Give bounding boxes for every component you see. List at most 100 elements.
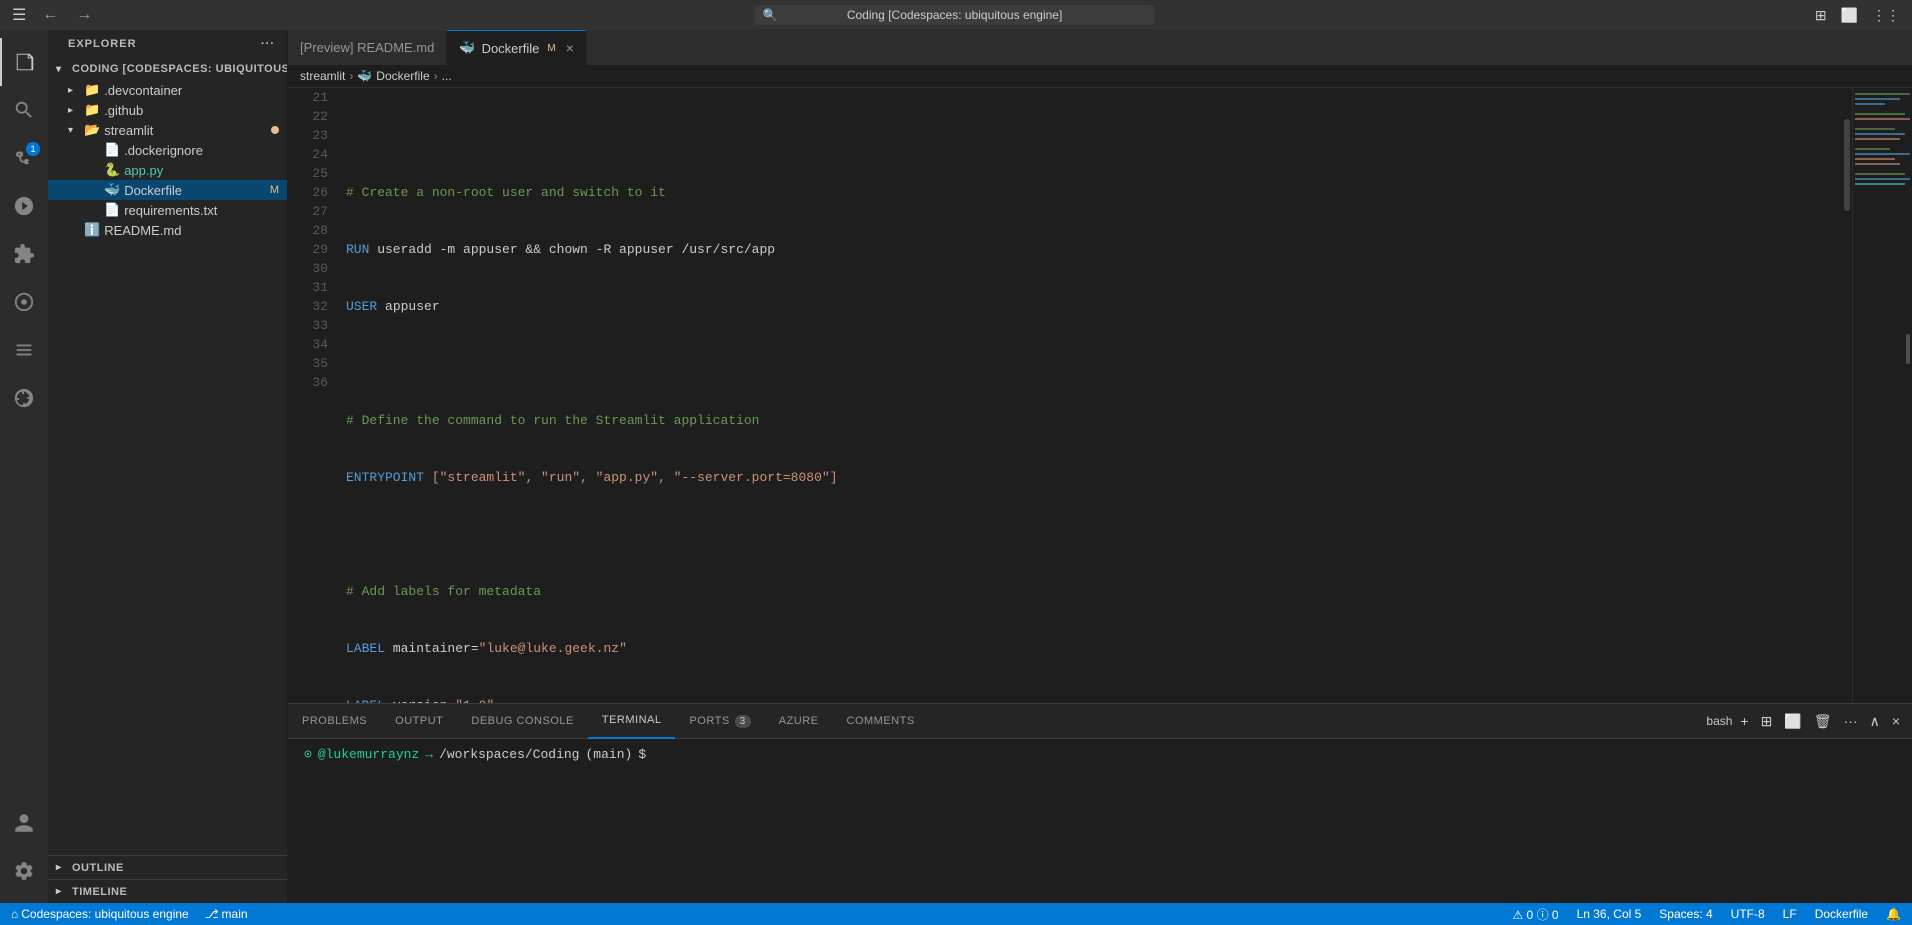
comment-token: # Add labels for metadata xyxy=(346,582,541,601)
activity-source-control[interactable]: 1 xyxy=(0,134,48,182)
editor-area: [Preview] README.md 🐳 Dockerfile M × str… xyxy=(288,30,1912,903)
chevron-right-icon: ▸ xyxy=(56,886,72,897)
activity-codespaces[interactable] xyxy=(0,326,48,374)
editor-content[interactable]: 21 22 23 24 25 26 27 28 29 30 31 32 33 3… xyxy=(288,88,1842,703)
status-remote[interactable]: ⌂ Codespaces: ubiquitous engine xyxy=(8,907,192,921)
nav-forward-button[interactable]: → xyxy=(70,4,98,26)
terminal-split-button[interactable]: ⊞ xyxy=(1757,711,1777,732)
tree-item-requirements[interactable]: 📄 requirements.txt xyxy=(48,200,287,220)
status-ln-col[interactable]: Ln 36, Col 5 xyxy=(1574,907,1645,921)
tab-dockerfile[interactable]: 🐳 Dockerfile M × xyxy=(447,30,587,65)
tree-item-dockerfile[interactable]: 🐳 Dockerfile M xyxy=(48,180,287,200)
chevron-down-icon: ▾ xyxy=(56,64,72,75)
code-line-21 xyxy=(346,126,1842,145)
sidebar: EXPLORER ··· ▾ CODING [CODESPACES: UBIQU… xyxy=(48,30,288,903)
panel-tab-problems[interactable]: PROBLEMS xyxy=(288,704,381,739)
language-label: Dockerfile xyxy=(1815,907,1868,921)
tree-item-dockerignore[interactable]: 📄 .dockerignore xyxy=(48,140,287,160)
tree-item-label: .github xyxy=(104,103,143,118)
status-bar: ⌂ Codespaces: ubiquitous engine ⎇ main ⚠… xyxy=(0,903,1912,925)
activity-settings[interactable] xyxy=(0,847,48,895)
chevron-right-icon: ▸ xyxy=(68,85,84,96)
status-bell[interactable]: 🔔 xyxy=(1883,907,1904,921)
tab-preview-readme[interactable]: [Preview] README.md xyxy=(288,30,447,65)
tree-item-readme[interactable]: ℹ️ README.md xyxy=(48,220,287,240)
status-eol[interactable]: LF xyxy=(1780,907,1800,921)
sidebar-header-icons[interactable]: ··· xyxy=(261,38,275,50)
status-branch[interactable]: ⎇ main xyxy=(202,907,251,921)
breadcrumb-more[interactable]: ... xyxy=(442,69,452,83)
terminal-trash-button[interactable]: 🗑 xyxy=(1810,711,1836,732)
tree-item-github[interactable]: ▸ 📁 .github xyxy=(48,100,287,120)
keyword-token: LABEL xyxy=(346,696,385,703)
code-lines[interactable]: # Create a non-root user and switch to i… xyxy=(338,88,1842,703)
comment-token: # Define the command to run the Streamli… xyxy=(346,411,759,430)
top-bar-right: ⊞ ⬜ ⋮⋮ xyxy=(1811,5,1904,26)
search-input[interactable] xyxy=(755,5,1155,25)
sidebar-more-icon[interactable]: ··· xyxy=(261,38,275,50)
terminal-add-button[interactable]: + xyxy=(1736,711,1752,731)
sidebar-header: EXPLORER ··· xyxy=(48,30,287,58)
panel-tab-label: TERMINAL xyxy=(602,714,662,726)
tree-item-apppy[interactable]: 🐍 app.py xyxy=(48,160,287,180)
terminal-close-button[interactable]: × xyxy=(1888,711,1904,731)
activity-search[interactable] xyxy=(0,86,48,134)
customize-layout-button[interactable]: ⊞ xyxy=(1811,5,1831,26)
toggle-panel-button[interactable]: ⬜ xyxy=(1837,5,1862,26)
editor-scrollbar[interactable] xyxy=(1842,88,1852,703)
tree-item-label: Dockerfile xyxy=(124,183,182,198)
status-language[interactable]: Dockerfile xyxy=(1812,907,1871,921)
terminal-maximize-button[interactable]: ∧ xyxy=(1866,711,1884,732)
tree-item-devcontainer[interactable]: ▸ 📁 .devcontainer xyxy=(48,80,287,100)
panel-tab-label: COMMENTS xyxy=(847,715,915,727)
activity-run-debug[interactable] xyxy=(0,182,48,230)
activity-extensions[interactable] xyxy=(0,230,48,278)
top-bar-left: ☰ ← → xyxy=(8,1,98,29)
string-token: "luke@luke.geek.nz" xyxy=(479,639,627,658)
keyword-token: RUN xyxy=(346,240,369,259)
activity-copilot[interactable] xyxy=(0,374,48,422)
panel-tab-ports[interactable]: PORTS 3 xyxy=(675,704,764,739)
breadcrumb-dockerfile[interactable]: Dockerfile xyxy=(376,69,429,83)
top-bar-center: 🔍 xyxy=(755,5,1155,25)
activity-remote[interactable] xyxy=(0,278,48,326)
nav-back-button[interactable]: ← xyxy=(36,4,64,26)
panel-tab-output[interactable]: OUTPUT xyxy=(381,704,457,739)
terminal-more-button[interactable]: ··· xyxy=(1840,711,1862,731)
tree-item-label: streamlit xyxy=(104,123,153,138)
activity-accounts[interactable] xyxy=(0,799,48,847)
tab-close-button[interactable]: × xyxy=(566,40,574,56)
menu-icon[interactable]: ☰ xyxy=(8,1,30,29)
status-encoding[interactable]: UTF-8 xyxy=(1728,907,1768,921)
tree-item-label: .devcontainer xyxy=(104,83,182,98)
tree-root: ▾ CODING [CODESPACES: UBIQUITOUS ENGINE] xyxy=(48,58,287,80)
line-num-35: 35 xyxy=(288,354,328,373)
panel-tab-terminal[interactable]: TERMINAL xyxy=(588,704,676,739)
panel-tab-debug-console[interactable]: DEBUG CONSOLE xyxy=(457,704,587,739)
chevron-right-icon: ▸ xyxy=(56,862,72,873)
more-actions-button[interactable]: ⋮⋮ xyxy=(1868,5,1904,26)
status-errors[interactable]: ⚠ 0 ⓘ 0 xyxy=(1509,906,1561,923)
errors-label: ⚠ 0 ⓘ 0 xyxy=(1512,906,1558,923)
comment-token: # Create a non-root user and switch to i… xyxy=(346,183,666,202)
panel-content[interactable]: ⊙ @lukemurraynz → /workspaces/Coding (ma… xyxy=(288,739,1912,903)
status-spaces[interactable]: Spaces: 4 xyxy=(1656,907,1715,921)
line-num-27: 27 xyxy=(288,202,328,221)
spaces-label: Spaces: 4 xyxy=(1659,907,1712,921)
activity-explorer[interactable] xyxy=(0,38,48,86)
breadcrumb-streamlit[interactable]: streamlit xyxy=(300,69,345,83)
terminal-dollar: $ xyxy=(638,747,646,762)
breadcrumb: streamlit › 🐳 Dockerfile › ... xyxy=(288,65,1912,88)
panel-tab-azure[interactable]: AZURE xyxy=(765,704,833,739)
panel-tab-label: DEBUG CONSOLE xyxy=(471,715,573,727)
timeline-section[interactable]: ▸ TIMELINE xyxy=(48,879,287,903)
terminal-split-v-button[interactable]: ⬜ xyxy=(1780,711,1805,732)
panel-tab-comments[interactable]: COMMENTS xyxy=(833,704,929,739)
line-num-33: 33 xyxy=(288,316,328,335)
outline-section[interactable]: ▸ OUTLINE xyxy=(48,855,287,879)
remote-label: Codespaces: ubiquitous engine xyxy=(21,907,188,921)
remote-icon: ⌂ xyxy=(11,907,18,921)
line-num-24: 24 xyxy=(288,145,328,164)
tree-item-streamlit[interactable]: ▾ 📂 streamlit xyxy=(48,120,287,140)
panel-tabs: PROBLEMS OUTPUT DEBUG CONSOLE TERMINAL P… xyxy=(288,704,1912,739)
